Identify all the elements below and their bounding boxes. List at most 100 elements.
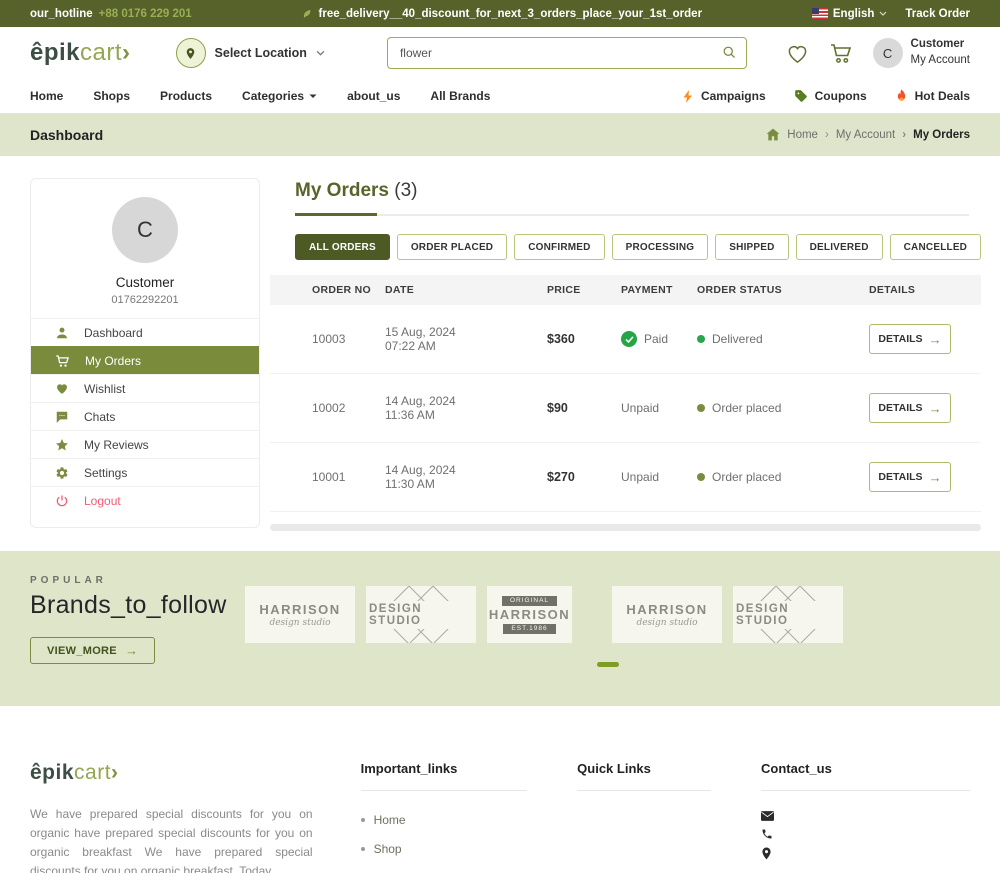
- order-status: Delivered: [697, 332, 869, 346]
- dashboard-content: C Customer 01762292201 Dashboard My Orde…: [0, 156, 1000, 541]
- arrow-right-icon: →: [928, 469, 942, 485]
- status-dot: [697, 404, 705, 412]
- location-pin-icon: [761, 847, 970, 860]
- nav-coupons[interactable]: Coupons: [794, 89, 867, 103]
- sidebar-item-my-reviews[interactable]: My Reviews: [31, 430, 259, 458]
- order-no: 10002: [312, 401, 346, 415]
- hotline-number: +88 0176 229 201: [98, 7, 192, 20]
- nav-campaigns[interactable]: Campaigns: [682, 89, 766, 104]
- sidebar-item-logout[interactable]: Logout: [31, 486, 259, 514]
- brand-logo-design-studio[interactable]: DESIGN STUDIO: [733, 586, 843, 643]
- account-sidebar: C Customer 01762292201 Dashboard My Orde…: [30, 178, 260, 528]
- top-bar: our_hotline +88 0176 229 201 free_delive…: [0, 0, 1000, 27]
- nav-products[interactable]: Products: [160, 89, 212, 103]
- order-date: 14 Aug, 2024 11:30 AM: [385, 463, 456, 491]
- tab-cancelled[interactable]: CANCELLED: [889, 234, 982, 260]
- select-location-dropdown[interactable]: Select Location: [175, 38, 325, 68]
- my-account-menu[interactable]: C Customer My Account: [872, 37, 970, 68]
- order-price: $270: [547, 470, 575, 484]
- order-status: Order placed: [697, 470, 869, 484]
- search-input[interactable]: [386, 37, 747, 69]
- chevron-down-icon: [879, 11, 887, 16]
- table-row: 10001 14 Aug, 2024 11:30 AM $270 Unpaid …: [270, 443, 982, 512]
- details-button[interactable]: DETAILS →: [869, 462, 951, 492]
- avatar: C: [872, 38, 903, 68]
- customer-name: Customer: [115, 275, 175, 290]
- cart-icon[interactable]: [829, 42, 853, 64]
- popular-eyebrow: POPULAR: [30, 575, 107, 586]
- my-account-label: My Account: [910, 54, 970, 66]
- main-nav: Home Shops Products Categories about_us …: [0, 79, 1000, 113]
- order-no: 10003: [312, 332, 346, 346]
- breadcrumb: Home My Account My Orders: [766, 128, 970, 141]
- sidebar-item-chats[interactable]: Chats: [31, 402, 259, 430]
- footer-logo[interactable]: êpikcart›: [30, 761, 313, 785]
- breadcrumb-bar: Dashboard Home My Account My Orders: [0, 113, 1000, 156]
- contact-us-title: Contact_us: [761, 761, 832, 776]
- main-header: êpikcart› Select Location C Customer My …: [0, 27, 1000, 79]
- heart-icon: [57, 384, 67, 394]
- table-row: 10003 15 Aug, 2024 07:22 AM $360 Paid De…: [270, 305, 982, 374]
- carousel-indicator[interactable]: [597, 662, 619, 667]
- details-button[interactable]: DETAILS →: [869, 324, 951, 354]
- breadcrumb-my-account[interactable]: My Account: [825, 129, 895, 141]
- order-price: $90: [547, 401, 568, 415]
- search-box: [386, 37, 747, 69]
- chat-icon: [56, 411, 68, 423]
- promo-text: free_delivery__40_discount_for_next_3_or…: [318, 7, 703, 20]
- tab-all-orders[interactable]: ALL ORDERS: [295, 234, 390, 260]
- status-dot: [697, 473, 705, 481]
- chevron-down-icon: [309, 94, 317, 98]
- details-button[interactable]: DETAILS →: [869, 393, 951, 423]
- language-label: English: [832, 7, 875, 20]
- page-title: Dashboard: [30, 126, 104, 143]
- orders-count: (3): [394, 180, 418, 201]
- footer-link-shop[interactable]: Shop: [361, 842, 528, 856]
- nav-all-brands[interactable]: All Brands: [430, 89, 490, 103]
- logo[interactable]: êpikcart›: [30, 39, 131, 67]
- brand-logo-original-harrison[interactable]: ORIGINAL HARRISON EST.1986: [487, 586, 572, 643]
- breadcrumb-my-orders: My Orders: [902, 129, 970, 141]
- nav-hot-deals[interactable]: Hot Deals: [895, 89, 970, 104]
- phone-icon: [761, 828, 970, 840]
- orders-table-header: ORDER NO DATE PRICE PAYMENT ORDER STATUS…: [270, 275, 982, 305]
- sidebar-item-dashboard[interactable]: Dashboard: [31, 318, 259, 346]
- language-selector[interactable]: English: [811, 7, 888, 20]
- sidebar-item-settings[interactable]: Settings: [31, 458, 259, 486]
- tab-processing[interactable]: PROCESSING: [611, 234, 709, 260]
- brand-logo-harrison[interactable]: HARRISON design studio: [245, 586, 355, 643]
- breadcrumb-home[interactable]: Home: [766, 128, 818, 141]
- us-flag-icon: [811, 8, 828, 19]
- tab-shipped[interactable]: SHIPPED: [715, 234, 789, 260]
- tab-delivered[interactable]: DELIVERED: [795, 234, 883, 260]
- tab-confirmed[interactable]: CONFIRMED: [514, 234, 605, 260]
- nav-categories[interactable]: Categories: [242, 89, 317, 103]
- brands-section: POPULAR Brands_to_follow VIEW_MORE → HARR…: [0, 551, 1000, 706]
- leaf-icon: [302, 8, 313, 20]
- arrow-right-icon: →: [928, 400, 942, 416]
- footer: êpikcart› We have prepared special disco…: [0, 706, 1000, 873]
- nav-home[interactable]: Home: [30, 89, 63, 103]
- power-icon: [56, 494, 68, 506]
- hotline-label: our_hotline: [30, 7, 93, 20]
- tab-order-placed[interactable]: ORDER PLACED: [396, 234, 508, 260]
- person-icon: [57, 327, 67, 338]
- chevron-down-icon: [316, 50, 325, 56]
- sidebar-item-wishlist[interactable]: Wishlist: [31, 374, 259, 402]
- sidebar-item-my-orders[interactable]: My Orders: [31, 346, 259, 374]
- customer-phone: 01762292201: [111, 294, 179, 306]
- horizontal-scrollbar[interactable]: [270, 524, 982, 531]
- gear-icon: [56, 466, 68, 479]
- flame-icon: [897, 89, 905, 101]
- track-order-link[interactable]: Track Order: [905, 8, 970, 20]
- search-icon[interactable]: [722, 45, 737, 60]
- nav-shops[interactable]: Shops: [93, 89, 130, 103]
- brand-logo-design-studio[interactable]: DESIGN STUDIO: [366, 586, 476, 643]
- orders-cart-icon: [56, 354, 69, 367]
- footer-link-home[interactable]: Home: [361, 813, 528, 827]
- nav-about-us[interactable]: about_us: [347, 89, 400, 103]
- order-price: $360: [547, 332, 575, 346]
- brand-logo-harrison[interactable]: HARRISON design studio: [612, 586, 722, 643]
- wishlist-icon[interactable]: [786, 43, 809, 64]
- view-more-button[interactable]: VIEW_MORE →: [30, 637, 156, 664]
